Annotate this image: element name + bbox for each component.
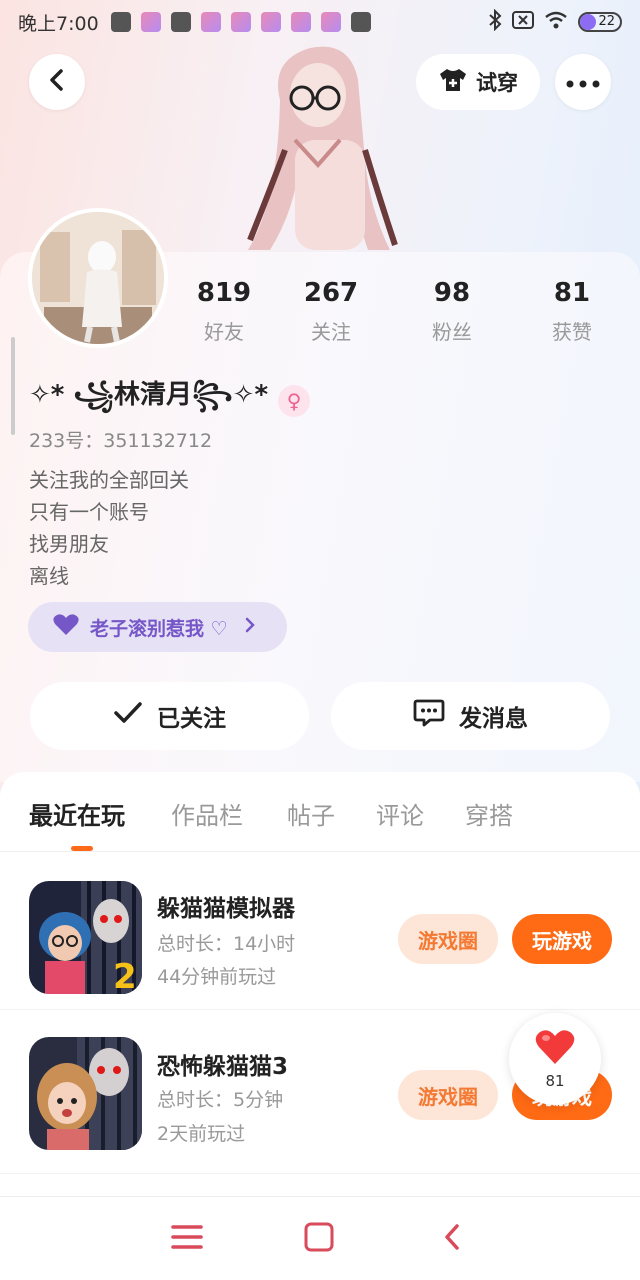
game-title: 恐怖躲猫猫3 xyxy=(157,1054,289,1080)
app-notification-icon xyxy=(230,12,251,32)
followed-button[interactable]: 已关注 xyxy=(30,682,309,750)
stat-label: 好友 xyxy=(204,320,244,344)
game-last-played: 44分钟前玩过 xyxy=(157,966,277,988)
tab-works[interactable]: 作品栏 xyxy=(171,796,243,831)
chevron-left-icon xyxy=(47,68,67,96)
tshirt-icon xyxy=(438,67,468,98)
svg-text:2: 2 xyxy=(113,957,137,994)
heart-icon xyxy=(534,1028,576,1070)
more-icon xyxy=(566,73,600,92)
bio: 关注我的全部回关 只有一个账号 找男朋友 离线 xyxy=(29,464,189,592)
system-status: 22 xyxy=(488,8,622,36)
more-options-button[interactable] xyxy=(555,54,611,110)
stat-followers[interactable]: 98 粉丝 xyxy=(402,278,502,345)
game-icon[interactable] xyxy=(29,1037,142,1150)
stat-value: 98 xyxy=(433,278,471,308)
heart-icon xyxy=(52,613,80,642)
like-count: 81 xyxy=(545,1072,565,1090)
list-item[interactable]: 2 躲猫猫模拟器 总时长：14小时 44分钟前玩过 游戏圈 玩游戏 xyxy=(0,853,640,1010)
account-id: 233号：351132712 xyxy=(29,430,213,452)
video-icon xyxy=(170,12,191,32)
stat-value: 819 xyxy=(196,278,252,308)
avatar[interactable] xyxy=(28,208,168,348)
female-icon: ♀ xyxy=(278,384,311,417)
app-notification-icon xyxy=(260,12,281,32)
scroll-indicator xyxy=(11,337,15,435)
menu-icon xyxy=(171,1224,203,1254)
username: ✧* ꧁林清月꧂✧* ♀ xyxy=(29,374,311,427)
app-notification-icon xyxy=(200,12,221,32)
try-on-label: 试穿 xyxy=(476,71,518,95)
play-game-button[interactable]: 玩游戏 xyxy=(512,914,612,964)
game-duration: 总时长：14小时 xyxy=(157,933,296,955)
game-duration: 总时长：5分钟 xyxy=(157,1089,284,1111)
tab-comments[interactable]: 评论 xyxy=(376,796,424,831)
active-tab-indicator xyxy=(71,846,93,851)
stat-value: 267 xyxy=(303,278,359,308)
home-button[interactable] xyxy=(299,1219,339,1259)
system-navigation-bar xyxy=(0,1196,640,1280)
checkmark-icon xyxy=(113,701,143,731)
profile-tabs: 最近在玩 作品栏 帖子 评论 穿搭 xyxy=(0,772,640,852)
tab-posts[interactable]: 帖子 xyxy=(287,796,335,831)
character-3d-model[interactable] xyxy=(240,40,410,255)
bio-line: 找男朋友 xyxy=(29,532,109,556)
send-message-button[interactable]: 发消息 xyxy=(331,682,610,750)
menu-button[interactable] xyxy=(167,1219,207,1259)
stat-following[interactable]: 267 关注 xyxy=(281,278,381,345)
notification-icons xyxy=(110,12,371,32)
app-notification-icon xyxy=(110,12,131,32)
game-circle-button[interactable]: 游戏圈 xyxy=(398,914,498,964)
status-time: 晚上7:00 xyxy=(18,12,99,35)
relationship-tag[interactable]: 老子滚别惹我 ♡ xyxy=(28,602,287,652)
chevron-left-icon xyxy=(442,1223,462,1255)
download-icon xyxy=(350,12,371,32)
app-notification-icon xyxy=(140,12,161,32)
game-icon[interactable]: 2 xyxy=(29,881,142,994)
relationship-tag-label: 老子滚别惹我 ♡ xyxy=(90,617,228,640)
app-notification-icon xyxy=(320,12,341,32)
tab-recently-played[interactable]: 最近在玩 xyxy=(29,796,125,831)
game-circle-button[interactable]: 游戏圈 xyxy=(398,1070,498,1120)
wifi-icon xyxy=(544,11,568,34)
stat-label: 关注 xyxy=(311,320,351,344)
back-nav-button[interactable] xyxy=(432,1219,472,1259)
username-text: ✧* ꧁林清月꧂✧* xyxy=(29,380,269,410)
stat-label: 粉丝 xyxy=(432,320,472,344)
bluetooth-icon xyxy=(488,8,502,36)
square-icon xyxy=(304,1222,334,1256)
battery-icon: 22 xyxy=(578,12,622,32)
game-last-played: 2天前玩过 xyxy=(157,1123,246,1145)
stat-label: 获赞 xyxy=(552,320,592,344)
game-title: 躲猫猫模拟器 xyxy=(157,896,295,922)
sim-icon xyxy=(512,10,534,34)
stat-friends[interactable]: 819 好友 xyxy=(174,278,274,345)
chevron-right-icon xyxy=(244,616,256,639)
bio-line: 关注我的全部回关 xyxy=(29,468,189,492)
like-float-button[interactable]: 81 xyxy=(509,1013,601,1105)
stat-likes[interactable]: 81 获赞 xyxy=(522,278,622,345)
followed-label: 已关注 xyxy=(157,706,226,732)
bio-line: 离线 xyxy=(29,564,69,588)
try-on-button[interactable]: 试穿 xyxy=(416,54,540,110)
back-button[interactable] xyxy=(29,54,85,110)
tab-outfits[interactable]: 穿搭 xyxy=(465,796,513,831)
chat-bubble-icon xyxy=(413,698,445,734)
app-notification-icon xyxy=(290,12,311,32)
bio-line: 只有一个账号 xyxy=(29,500,149,524)
send-message-label: 发消息 xyxy=(459,706,528,732)
status-bar: 晚上7:00 22 xyxy=(0,0,640,44)
stat-value: 81 xyxy=(553,278,591,308)
